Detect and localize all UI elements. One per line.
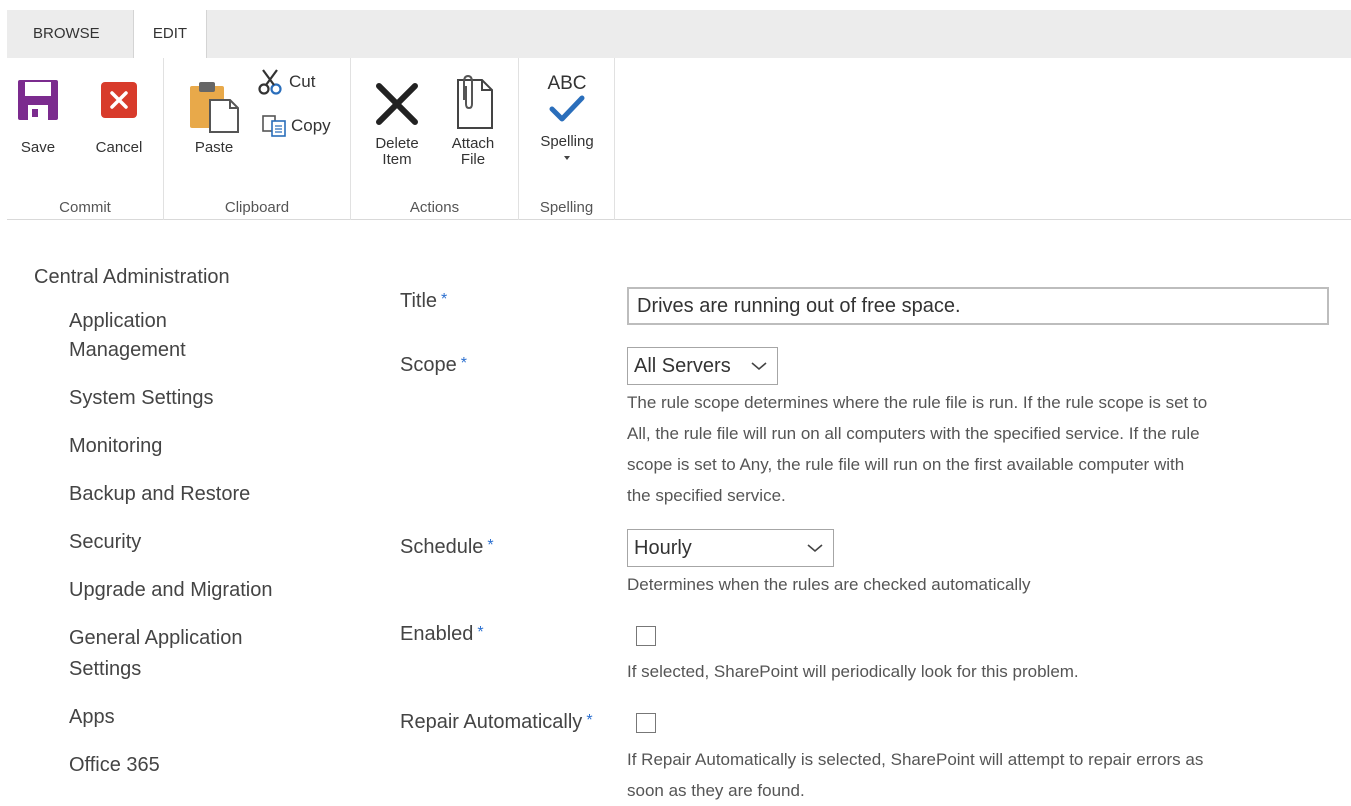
scope-desc-line: scope is set to Any, the rule file will … bbox=[627, 455, 1185, 474]
repair-desc-line: soon as they are found. bbox=[627, 781, 805, 800]
scissors-icon bbox=[258, 69, 282, 95]
schedule-selected-value: Hourly bbox=[634, 536, 692, 559]
nav-item-application-management[interactable]: Application Management bbox=[69, 307, 354, 365]
nav-item-backup-and-restore[interactable]: Backup and Restore bbox=[69, 480, 354, 509]
nav-item-monitoring[interactable]: Monitoring bbox=[69, 432, 354, 461]
copy-button[interactable]: Copy bbox=[261, 114, 331, 138]
attach-label-line1: Attach bbox=[451, 135, 495, 152]
required-marker: * bbox=[487, 537, 494, 554]
scope-desc-line: All, the rule file will run on all compu… bbox=[627, 424, 1200, 443]
delete-label-line2: Item bbox=[382, 151, 412, 168]
repair-description: If Repair Automatically is selected, Sha… bbox=[627, 744, 1203, 806]
group-label-commit: Commit bbox=[59, 199, 111, 216]
paste-button[interactable]: Paste bbox=[186, 78, 242, 156]
abc-icon-text: ABC bbox=[547, 73, 587, 94]
quick-launch-nav: Central Administration Application Manag… bbox=[34, 266, 354, 780]
required-marker: * bbox=[477, 624, 484, 641]
nav-item-security[interactable]: Security bbox=[69, 528, 354, 557]
close-icon bbox=[101, 82, 137, 118]
group-label-actions: Actions bbox=[409, 199, 460, 216]
cut-label: Cut bbox=[289, 72, 316, 91]
checkmark-icon bbox=[549, 95, 585, 122]
nav-item-label: Management bbox=[69, 339, 186, 361]
schedule-label-text: Schedule bbox=[400, 536, 484, 558]
group-label-clipboard: Clipboard bbox=[224, 199, 290, 216]
repair-desc-line: If Repair Automatically is selected, Sha… bbox=[627, 750, 1204, 769]
cut-button[interactable]: Cut bbox=[257, 68, 315, 96]
copy-label: Copy bbox=[291, 116, 331, 135]
save-label: Save bbox=[20, 139, 56, 156]
repair-label-text: Repair Automatically bbox=[400, 711, 583, 733]
enabled-description: If selected, SharePoint will periodicall… bbox=[627, 662, 1079, 681]
cancel-button[interactable]: Cancel bbox=[89, 78, 149, 156]
nav-item-label: General Application bbox=[69, 627, 243, 649]
enabled-label-text: Enabled bbox=[400, 623, 474, 645]
copy-icon bbox=[262, 115, 286, 137]
nav-item-office-365[interactable]: Office 365 bbox=[69, 751, 354, 780]
spelling-button[interactable]: ABC Spelling bbox=[529, 74, 605, 162]
repair-automatically-checkbox[interactable] bbox=[636, 713, 656, 733]
delete-label-line1: Delete bbox=[375, 135, 419, 152]
scope-field-label: Scope * bbox=[400, 354, 467, 377]
schedule-field-label: Schedule * bbox=[400, 536, 494, 559]
enabled-field-label: Enabled * bbox=[400, 623, 484, 646]
nav-item-upgrade-and-migration[interactable]: Upgrade and Migration bbox=[69, 576, 354, 605]
scope-label-text: Scope bbox=[400, 354, 457, 376]
required-marker: * bbox=[460, 355, 467, 372]
attach-file-icon bbox=[457, 74, 493, 129]
nav-central-administration[interactable]: Central Administration bbox=[34, 266, 354, 289]
title-label-text: Title bbox=[400, 290, 438, 312]
title-field-label: Title * bbox=[400, 290, 447, 313]
delete-item-button[interactable]: Delete Item bbox=[365, 78, 429, 168]
cancel-label: Cancel bbox=[95, 139, 143, 156]
nav-item-apps[interactable]: Apps bbox=[69, 703, 354, 732]
enabled-checkbox[interactable] bbox=[636, 626, 656, 646]
scope-desc-line: The rule scope determines where the rule… bbox=[627, 393, 1208, 412]
tab-browse[interactable]: BROWSE bbox=[33, 10, 100, 58]
nav-item-label: Settings bbox=[69, 658, 142, 680]
required-marker: * bbox=[586, 712, 593, 729]
delete-x-icon bbox=[376, 83, 418, 125]
nav-item-general-application-settings[interactable]: General Application Settings bbox=[69, 624, 354, 684]
schedule-select[interactable]: Hourly bbox=[627, 529, 834, 567]
ribbon-tab-strip: BROWSE EDIT bbox=[7, 10, 1351, 60]
group-actions: Delete Item Attach File Actions bbox=[351, 58, 519, 220]
chevron-down-icon bbox=[807, 544, 823, 553]
tab-edit[interactable]: EDIT bbox=[133, 10, 207, 60]
ribbon: Save Cancel Commit Paste Cut Copy Clipbo… bbox=[7, 58, 1351, 220]
save-button[interactable]: Save bbox=[13, 78, 63, 156]
attach-label-line2: File bbox=[460, 151, 486, 168]
save-icon bbox=[18, 80, 58, 120]
spelling-label: Spelling bbox=[540, 133, 594, 150]
scope-desc-line: the specified service. bbox=[627, 486, 786, 505]
schedule-description: Determines when the rules are checked au… bbox=[627, 575, 1031, 594]
group-label-spelling: Spelling bbox=[539, 199, 594, 216]
paste-icon bbox=[190, 82, 239, 133]
title-input[interactable] bbox=[627, 287, 1329, 325]
chevron-down-icon bbox=[751, 362, 767, 371]
scope-select[interactable]: All Servers bbox=[627, 347, 778, 385]
repair-automatically-field-label: Repair Automatically * bbox=[400, 711, 593, 734]
dropdown-arrow-icon bbox=[564, 156, 570, 160]
scope-description: The rule scope determines where the rule… bbox=[627, 387, 1207, 511]
required-marker: * bbox=[441, 291, 448, 308]
group-clipboard: Paste Cut Copy Clipboard bbox=[164, 58, 351, 220]
attach-file-button[interactable]: Attach File bbox=[441, 74, 505, 168]
paste-label: Paste bbox=[194, 139, 234, 156]
scope-selected-value: All Servers bbox=[634, 354, 731, 377]
nav-item-label: Application bbox=[69, 310, 167, 332]
group-commit: Save Cancel Commit bbox=[7, 58, 164, 220]
group-spelling: ABC Spelling Spelling bbox=[519, 58, 615, 220]
nav-item-system-settings[interactable]: System Settings bbox=[69, 384, 354, 413]
